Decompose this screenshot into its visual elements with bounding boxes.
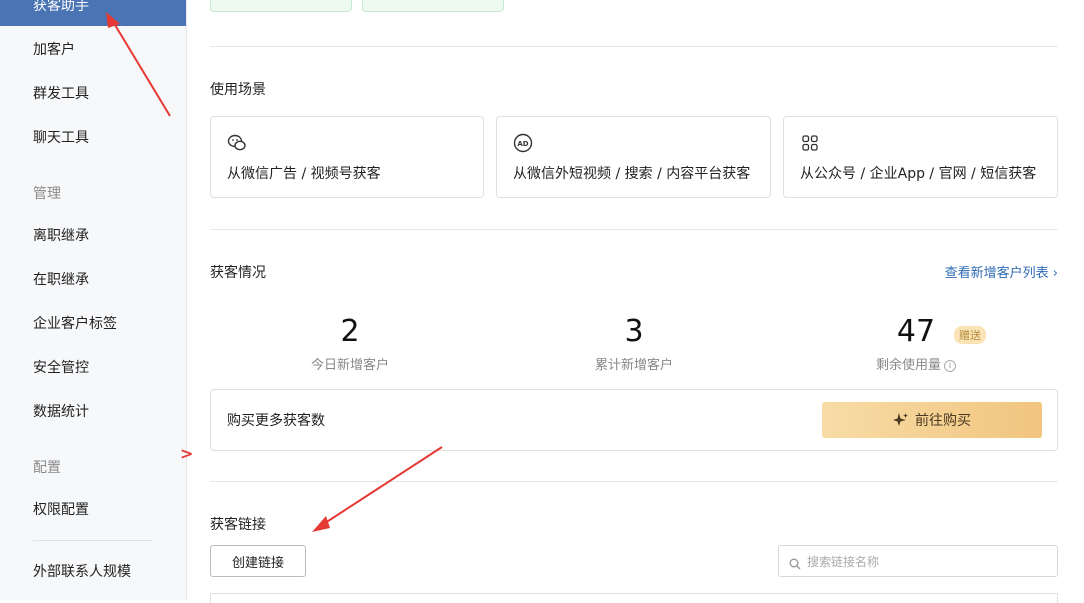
search-input[interactable]: [805, 546, 1049, 578]
button-label: 前往购买: [915, 412, 971, 428]
view-new-customers-link[interactable]: 查看新增客户列表 ›: [945, 262, 1058, 281]
annotation-chevron-icon: >: [180, 444, 194, 463]
links-table: [210, 593, 1058, 603]
divider: [210, 46, 1058, 47]
sidebar-item-label: 数据统计: [33, 404, 89, 420]
svg-text:AD: AD: [517, 140, 528, 148]
sidebar-item-customer-tags[interactable]: 企业客户标签: [0, 304, 186, 344]
stats-title: 获客情况: [210, 265, 266, 281]
sidebar-item-label: 企业客户标签: [33, 316, 117, 332]
buy-more-label: 购买更多获客数: [227, 413, 325, 429]
scene-card-wechat-ads[interactable]: 从微信广告 / 视频号获客: [210, 116, 484, 198]
scenes-title: 使用场景: [210, 82, 266, 98]
buy-more-box: 购买更多获客数 前往购买: [210, 389, 1058, 451]
sidebar-item-resign-inherit[interactable]: 离职继承: [0, 216, 186, 256]
scene-label: 从微信广告 / 视频号获客: [227, 166, 381, 182]
sidebar-item-add-customer[interactable]: 加客户: [0, 30, 186, 70]
sidebar-item-contact-scale[interactable]: 外部联系人规模: [0, 552, 186, 592]
stat-value: 47: [896, 314, 936, 349]
stat-label: 剩余使用量 i: [816, 354, 1016, 373]
gift-badge: 赠送: [954, 326, 986, 344]
stat-label: 累计新增客户: [594, 358, 673, 373]
stat-value: 3: [624, 314, 644, 349]
sidebar-item-label: 加客户: [33, 42, 75, 58]
apps-grid-icon: [800, 133, 820, 153]
stat-remaining: 47 赠送 剩余使用量 i: [816, 314, 1016, 373]
sidebar-item-onjob-inherit[interactable]: 在职继承: [0, 260, 186, 300]
search-box: [778, 545, 1058, 578]
sidebar-item-statistics[interactable]: 数据统计: [0, 392, 186, 432]
sidebar-item-label: 群发工具: [33, 86, 89, 102]
stat-value: 2: [340, 314, 360, 349]
stat-today-new: 2 今日新增客户: [250, 314, 450, 373]
stat-label: 今日新增客户: [310, 358, 389, 373]
top-card-right: [362, 0, 504, 12]
ad-icon: AD: [513, 133, 533, 153]
divider: [210, 229, 1058, 230]
search-icon: [789, 555, 801, 574]
sidebar-item-security[interactable]: 安全管控: [0, 348, 186, 388]
main-content: 使用场景 从微信广告 / 视频号获客 AD 从微信外短视频 / 搜索 / 内容平…: [210, 0, 1058, 603]
sparkle-icon: [893, 412, 909, 428]
sidebar-item-mass-send[interactable]: 群发工具: [0, 74, 186, 114]
sidebar-item-label: 外部联系人规模: [33, 564, 131, 580]
sidebar-group-manage: 管理: [33, 186, 61, 202]
sidebar-item-label: 在职继承: [33, 272, 89, 288]
sidebar-item-label: 获客助手: [33, 0, 89, 14]
sidebar-item-label: 权限配置: [33, 502, 89, 518]
sidebar-divider: [33, 540, 153, 541]
stat-total-new: 3 累计新增客户: [534, 314, 734, 373]
scene-label: 从微信外短视频 / 搜索 / 内容平台获客: [513, 166, 751, 182]
sidebar-item-permissions[interactable]: 权限配置: [0, 490, 186, 530]
sidebar-item-label: 离职继承: [33, 228, 89, 244]
scene-label: 从公众号 / 企业App / 官网 / 短信获客: [800, 166, 1037, 182]
top-card-left: [210, 0, 352, 12]
links-title: 获客链接: [210, 517, 266, 533]
sidebar-item-chat-tools[interactable]: 聊天工具: [0, 118, 186, 158]
stat-label-text: 剩余使用量: [875, 358, 941, 373]
sidebar: 获客助手 加客户 群发工具 聊天工具 管理 离职继承 在职继承 企业客户标签 安…: [0, 0, 187, 600]
sidebar-item-label: 安全管控: [33, 360, 89, 376]
link-text: 查看新增客户列表: [944, 266, 1049, 281]
wechat-icon: [227, 133, 247, 153]
create-link-button[interactable]: 创建链接: [210, 545, 306, 577]
sidebar-group-config: 配置: [33, 460, 61, 476]
divider: [210, 481, 1058, 482]
sidebar-item-label: 聊天工具: [33, 130, 89, 146]
scene-card-short-video[interactable]: AD 从微信外短视频 / 搜索 / 内容平台获客: [496, 116, 771, 198]
sidebar-item-acquisition-assistant[interactable]: 获客助手: [0, 0, 186, 26]
info-icon[interactable]: i: [944, 359, 956, 372]
chevron-right-icon: ›: [1052, 266, 1058, 281]
scene-card-official-account[interactable]: 从公众号 / 企业App / 官网 / 短信获客: [783, 116, 1058, 198]
go-buy-button[interactable]: 前往购买: [822, 402, 1042, 438]
